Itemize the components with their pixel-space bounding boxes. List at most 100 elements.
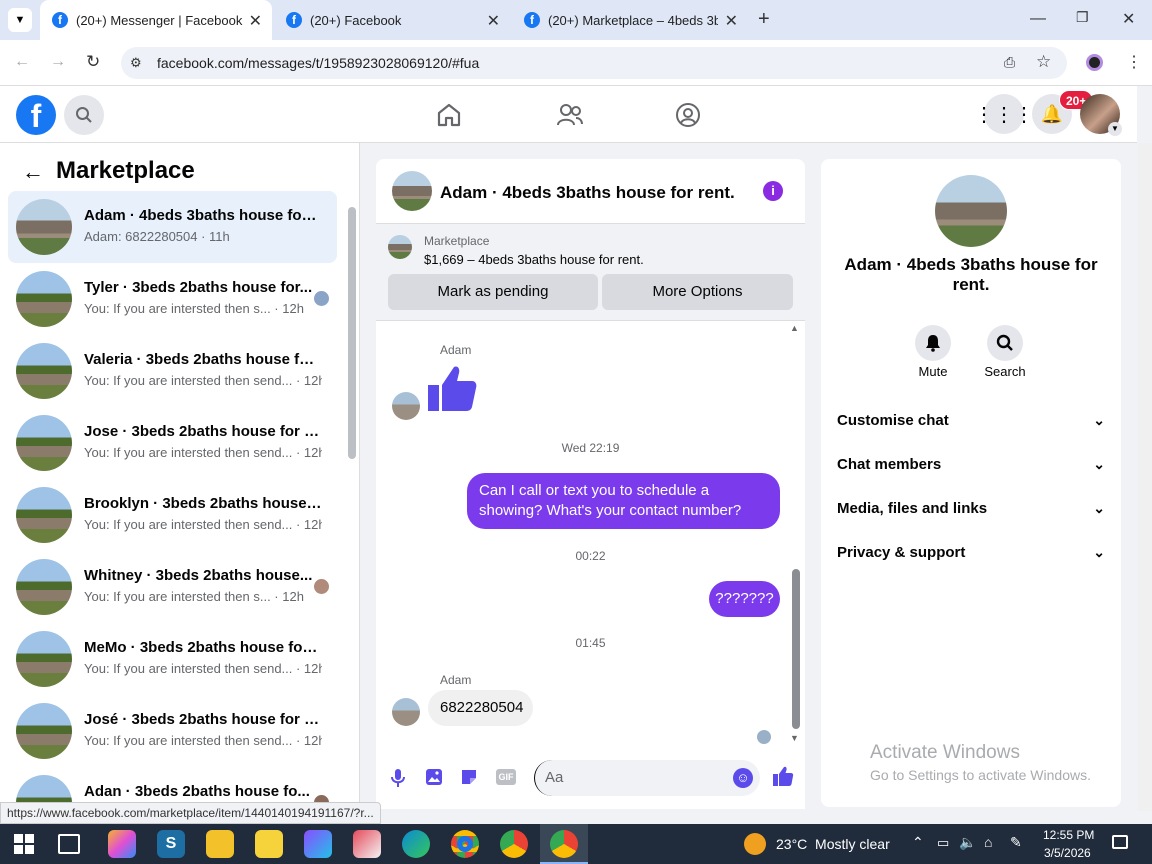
conversation-item[interactable]: Adam · 4beds 3baths house for ... Adam: … (8, 191, 337, 263)
sticker-button[interactable] (460, 768, 478, 791)
forward-button[interactable]: → (50, 53, 66, 71)
privacy-support-section[interactable]: Privacy & support ⌄ (837, 544, 1105, 561)
tab-messenger[interactable]: f (20+) Messenger | Facebook ✕ (40, 0, 272, 40)
read-receipt-avatar (757, 730, 771, 744)
home-nav-button[interactable] (436, 102, 462, 133)
minimize-button[interactable]: — (1030, 10, 1046, 28)
app-triangle-icon[interactable] (304, 830, 332, 858)
app-s-icon[interactable]: S (157, 830, 185, 858)
section-label: Chat members (837, 456, 942, 473)
chat-scrollbar[interactable] (792, 569, 800, 729)
close-tab-icon[interactable]: ✕ (487, 11, 500, 31)
groups-icon (676, 103, 700, 127)
weather-icon[interactable] (744, 833, 766, 855)
thumbs-up-sticker[interactable] (426, 363, 478, 418)
attach-photo-button[interactable] (425, 768, 443, 791)
conversation-name: MeMo · 3beds 2baths house for ... (84, 639, 322, 656)
listing-text[interactable]: $1,669 – 4beds 3baths house for rent. (424, 252, 644, 267)
copilot-icon[interactable] (108, 830, 136, 858)
install-app-icon[interactable]: ⎙ (1004, 54, 1015, 71)
back-button[interactable]: ← (14, 53, 30, 71)
tray-chevron-icon[interactable]: ⌃ (912, 834, 924, 851)
task-view-icon[interactable] (58, 834, 80, 854)
back-arrow-icon[interactable]: ← (22, 159, 44, 185)
gif-button[interactable]: GIF (496, 769, 516, 785)
emoji-button[interactable]: ☺ (733, 768, 753, 788)
scroll-down-arrow[interactable]: ▼ (790, 733, 799, 743)
facebook-logo-icon[interactable]: f (16, 95, 56, 135)
clock-date[interactable]: 3/5/2026 (1044, 846, 1091, 860)
edge-icon[interactable] (402, 830, 430, 858)
list-scrollbar[interactable] (348, 207, 356, 459)
search-button[interactable] (64, 95, 104, 135)
site-info-icon[interactable]: ⚙ (130, 55, 142, 71)
page-scrollbar[interactable] (1138, 143, 1152, 811)
conversation-preview: You: If you are intersted then s... · 12… (84, 301, 304, 316)
tab-list-dropdown[interactable]: ▼ (8, 8, 32, 32)
conversation-item[interactable]: Jose · 3beds 2baths house for rent You: … (8, 407, 337, 479)
new-tab-button[interactable]: + (758, 8, 770, 31)
conversation-item[interactable]: Valeria · 3beds 2baths house for... You:… (8, 335, 337, 407)
clock-time[interactable]: 12:55 PM (1043, 828, 1094, 842)
outgoing-message[interactable]: Can I call or text you to schedule a sho… (467, 473, 780, 529)
weather-text[interactable]: 23°C Mostly clear (776, 836, 890, 852)
media-files-links-section[interactable]: Media, files and links ⌄ (837, 500, 1105, 517)
volume-icon[interactable]: 🔈 (959, 834, 976, 851)
address-bar[interactable]: facebook.com/messages/t/1958923028069120… (121, 47, 1067, 79)
conversation-name: Valeria · 3beds 2baths house for... (84, 351, 322, 368)
chrome-icon[interactable] (451, 830, 479, 858)
info-button[interactable]: i (763, 181, 783, 201)
conversation-item[interactable]: Brooklyn · 3beds 2baths house f... You: … (8, 479, 337, 551)
tab-marketplace[interactable]: f (20+) Marketplace – 4beds 3baths ✕ (512, 0, 748, 40)
friends-nav-button[interactable] (556, 102, 584, 133)
file-explorer-icon[interactable] (206, 830, 234, 858)
menu-button[interactable]: ⋮⋮⋮ (974, 94, 1034, 134)
conversation-item[interactable]: Whitney · 3beds 2baths house... You: If … (8, 551, 337, 623)
network-icon[interactable]: ⌂ (984, 834, 992, 850)
chat-title[interactable]: Adam · 4beds 3baths house for rent. (440, 183, 735, 203)
thumbs-up-icon (428, 366, 477, 411)
close-tab-icon[interactable]: ✕ (249, 11, 262, 31)
message-input[interactable]: Aa (534, 760, 760, 796)
groups-nav-button[interactable] (675, 102, 701, 133)
scroll-up-arrow[interactable]: ▲ (790, 323, 799, 333)
incoming-message[interactable]: 6822280504 (428, 690, 533, 726)
close-window-button[interactable]: ✕ (1122, 9, 1135, 29)
timestamp: 01:45 (575, 636, 606, 650)
notification-center-icon[interactable] (1112, 835, 1128, 849)
mark-pending-button[interactable]: Mark as pending (388, 274, 598, 310)
avatar (16, 487, 72, 543)
profile-icon[interactable] (1086, 54, 1103, 71)
listing-thumbnail[interactable] (388, 235, 412, 259)
menu-dots-icon[interactable]: ⋮ (1126, 52, 1142, 72)
chrome-profile-icon[interactable] (500, 830, 528, 858)
voice-clip-button[interactable] (390, 768, 406, 793)
conversation-item[interactable]: José · 3beds 2baths house for rent You: … (8, 695, 337, 767)
start-button[interactable] (14, 834, 34, 859)
contact-avatar[interactable] (935, 175, 1007, 247)
conversation-name: Tyler · 3beds 2baths house for... (84, 279, 313, 296)
bookmark-star-icon[interactable]: ☆ (1036, 52, 1051, 72)
maximize-button[interactable]: ❐ (1076, 9, 1089, 26)
search-in-chat-button[interactable] (987, 325, 1023, 361)
send-like-button[interactable] (772, 765, 794, 792)
tray-battery-icon[interactable]: ▭ (937, 835, 949, 851)
customise-chat-section[interactable]: Customise chat ⌄ (837, 412, 1105, 429)
sticky-notes-icon[interactable] (255, 830, 283, 858)
account-chevron-icon[interactable]: ▼ (1108, 122, 1122, 136)
pen-icon[interactable]: ✎ (1010, 834, 1022, 851)
tab-facebook[interactable]: f (20+) Facebook ✕ (274, 0, 510, 40)
facebook-favicon-icon: f (524, 12, 540, 28)
conversation-item[interactable]: MeMo · 3beds 2baths house for ... You: I… (8, 623, 337, 695)
more-options-button[interactable]: More Options (602, 274, 793, 310)
section-label: Privacy & support (837, 544, 966, 561)
chat-members-section[interactable]: Chat members ⌄ (837, 456, 1105, 473)
conversation-item[interactable]: Tyler · 3beds 2baths house for... You: I… (8, 263, 337, 335)
reload-button[interactable]: ↻ (86, 52, 100, 72)
windows-icon (14, 834, 34, 854)
avatar (16, 631, 72, 687)
close-tab-icon[interactable]: ✕ (725, 11, 738, 31)
mute-button[interactable] (915, 325, 951, 361)
app-paint-icon[interactable] (353, 830, 381, 858)
outgoing-message[interactable]: ??????? (709, 581, 780, 617)
